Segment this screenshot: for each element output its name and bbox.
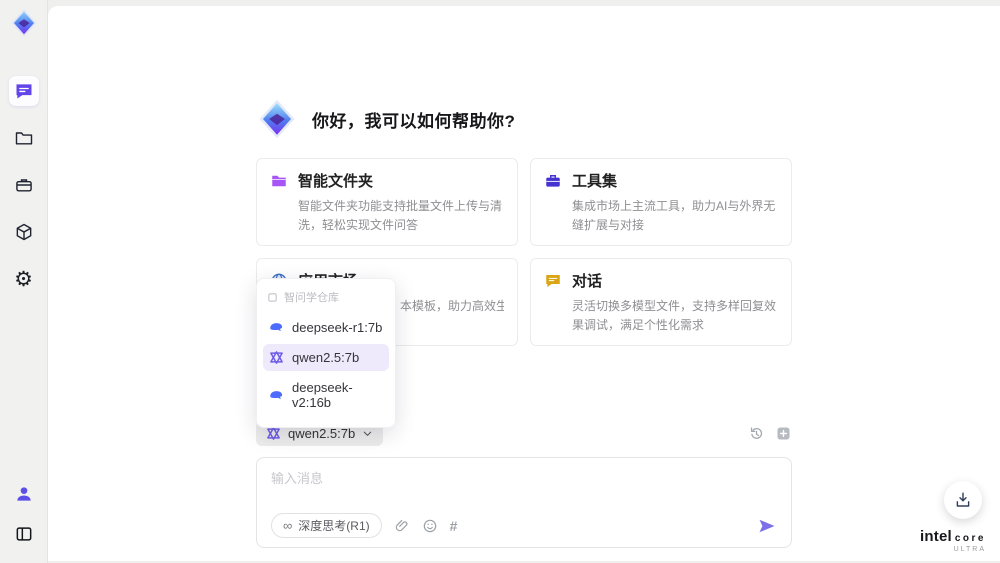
card-description: 集成市场上主流工具，助力AI与外界无缝扩展与对接	[572, 199, 776, 232]
model-option-label: qwen2.5:7b	[292, 350, 360, 365]
sidebar-bottom	[9, 479, 39, 549]
sidebar-item-toolbox[interactable]	[9, 170, 39, 200]
folder-icon	[272, 175, 286, 186]
model-dropdown-header: 智问学仓库	[257, 286, 395, 311]
sidebar-item-settings[interactable]: ⚙	[9, 264, 39, 294]
model-option-deepseek-r1[interactable]: deepseek-r1:7b	[263, 314, 389, 341]
card-title: 智能文件夹	[298, 173, 374, 190]
gear-icon: ⚙	[14, 267, 33, 291]
qwen-icon	[270, 351, 283, 364]
input-placeholder: 输入消息	[271, 471, 324, 487]
emoji-icon[interactable]	[422, 518, 438, 534]
sidebar-item-chat[interactable]	[8, 76, 39, 106]
new-chat-icon[interactable]	[775, 425, 792, 442]
deepthink-icon: ∞	[283, 518, 293, 534]
sidebar-item-models[interactable]	[9, 217, 39, 247]
card-smart-folder[interactable]: 智能文件夹 智能文件夹功能支持批量文件上传与清洗，轻松实现文件问答	[256, 158, 518, 247]
model-option-deepseek-v2[interactable]: deepseek-v2:16b	[263, 374, 389, 416]
deepthink-label: 深度思考(R1)	[298, 519, 370, 534]
model-option-label: deepseek-v2:16b	[292, 380, 353, 410]
main-panel: 你好，我可以如何帮助你? 智能文件夹 智能文件夹功能支持批量文件上传与清洗，轻松…	[48, 6, 1000, 561]
app-logo-icon[interactable]	[9, 8, 39, 38]
card-dialog[interactable]: 对话 灵活切换多模型文件，支持多样回复效果调试，满足个性化需求	[530, 258, 792, 347]
cube-icon	[16, 223, 31, 241]
hash-icon[interactable]: #	[450, 518, 458, 534]
greeting-text: 你好，我可以如何帮助你?	[312, 111, 516, 131]
model-dropdown: 智问学仓库 deepseek-r1:7b qwen2.5:7b deepseek…	[256, 278, 396, 428]
intel-ultra-text: ULTRA	[953, 546, 986, 553]
card-description: 智能文件夹功能支持批量文件上传与清洗，轻松实现文件问答	[298, 199, 503, 232]
folder-icon	[15, 132, 32, 145]
attachment-icon[interactable]	[394, 518, 410, 534]
sidebar-item-account[interactable]	[9, 479, 39, 509]
chat-icon	[16, 84, 31, 99]
model-dropdown-header-label: 智问学仓库	[284, 292, 339, 304]
card-title: 对话	[572, 273, 603, 291]
user-icon	[16, 487, 31, 501]
download-button[interactable]	[944, 481, 982, 519]
app-logo-large-icon	[256, 98, 298, 140]
intel-brand-text: intel	[920, 528, 952, 545]
card-title: 工具集	[572, 173, 618, 190]
chevron-down-icon	[364, 431, 372, 437]
model-option-qwen[interactable]: qwen2.5:7b	[263, 344, 389, 371]
greeting: 你好，我可以如何帮助你?	[256, 6, 792, 140]
intel-core-logo: intel core ULTRA	[920, 529, 986, 553]
send-icon[interactable]	[757, 516, 777, 536]
repo-icon	[268, 292, 277, 302]
deepthink-toggle-button[interactable]: ∞ 深度思考(R1)	[271, 513, 382, 539]
chat-bubble-icon	[546, 274, 560, 287]
history-icon[interactable]	[748, 425, 765, 442]
model-option-label: deepseek-r1:7b	[292, 320, 383, 335]
input-toolbar: ∞ 深度思考(R1) #	[271, 513, 777, 539]
deepseek-whale-icon	[270, 323, 283, 332]
briefcase-icon	[15, 179, 32, 192]
card-description: 灵活切换多模型文件，支持多样回复效果调试，满足个性化需求	[572, 299, 777, 332]
message-input[interactable]: 输入消息 ∞ 深度思考(R1) #	[256, 457, 792, 549]
sidebar-item-collapse[interactable]	[9, 519, 39, 549]
intel-core-text: core	[954, 533, 986, 544]
card-toolset[interactable]: 工具集 集成市场上主流工具，助力AI与外界无缝扩展与对接	[530, 158, 792, 247]
sidebar-item-folders[interactable]	[9, 123, 39, 153]
sidebar-nav: ⚙	[8, 76, 39, 294]
qwen-icon	[267, 427, 280, 441]
sidebar: ⚙	[0, 0, 48, 563]
deepseek-whale-icon	[270, 390, 283, 399]
download-icon	[956, 492, 970, 507]
panel-toggle-icon	[16, 527, 31, 541]
briefcase-icon	[546, 174, 560, 187]
selected-model-label: qwen2.5:7b	[288, 426, 356, 442]
